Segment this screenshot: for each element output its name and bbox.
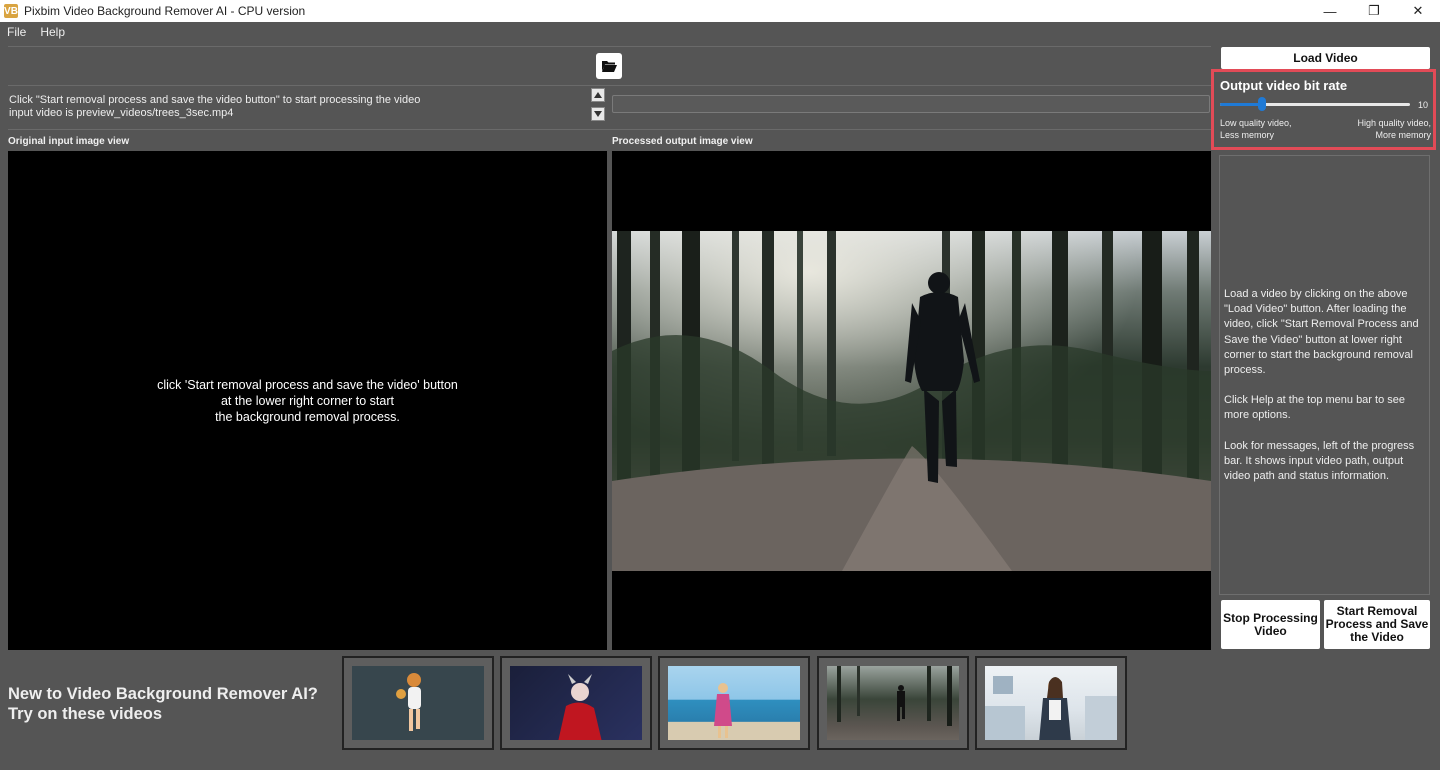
maximize-button[interactable]: ❐ — [1352, 0, 1396, 22]
minimize-button[interactable]: — — [1308, 0, 1352, 22]
horned-character-icon — [558, 674, 602, 740]
help-info-panel: Load a video by clicking on the above "L… — [1219, 155, 1430, 595]
forest-scene-image — [612, 231, 1211, 571]
walking-person-icon — [837, 666, 952, 726]
low-quality-line-1: Low quality video, — [1220, 118, 1292, 128]
promo-line-2: Try on these videos — [8, 705, 163, 723]
beach-thumbnail-image — [668, 666, 800, 740]
beach-person-icon — [714, 683, 732, 738]
office-thumbnail-image — [985, 666, 1117, 740]
sample-video-thumbnail[interactable] — [975, 656, 1127, 750]
cartoon-figure-icon — [396, 673, 421, 731]
info-paragraph-3: Look for messages, left of the progress … — [1224, 439, 1415, 483]
stop-processing-button[interactable]: Stop Processing Video — [1221, 600, 1320, 649]
instruction-line-1: click 'Start removal process and save th… — [157, 377, 458, 392]
sample-video-thumbnail[interactable] — [817, 656, 969, 750]
open-folder-button[interactable] — [596, 53, 622, 79]
sample-video-thumbnail[interactable] — [658, 656, 810, 750]
video-frame — [612, 231, 1211, 571]
window-title: Pixbim Video Background Remover AI - CPU… — [24, 4, 306, 18]
arrow-up-icon — [594, 92, 602, 98]
promo-line-1: New to Video Background Remover AI? — [8, 685, 318, 703]
processed-output-view — [612, 151, 1211, 650]
menu-help[interactable]: Help — [33, 25, 72, 39]
divider — [8, 85, 1211, 86]
menu-file[interactable]: File — [0, 25, 33, 39]
bitrate-slider[interactable] — [1220, 97, 1410, 111]
status-line-1: Click "Start removal process and save th… — [9, 94, 421, 106]
start-removal-button[interactable]: Start Removal Process and Save the Video — [1324, 600, 1430, 649]
folder-open-icon — [602, 61, 617, 72]
instruction-line-2: at the lower right corner to start — [220, 393, 394, 408]
divider — [8, 46, 1211, 47]
input-view-label: Original input image view — [8, 136, 130, 147]
load-video-button[interactable]: Load Video — [1221, 47, 1430, 69]
original-input-view: click 'Start removal process and save th… — [8, 151, 607, 650]
high-quality-label: High quality video, More memory — [1357, 117, 1431, 141]
info-paragraph-1: Load a video by clicking on the above "L… — [1224, 288, 1419, 377]
slider-thumb[interactable] — [1258, 97, 1266, 111]
low-quality-label: Low quality video, Less memory — [1220, 117, 1292, 141]
input-instructions: click 'Start removal process and save th… — [157, 377, 458, 425]
progress-bar — [612, 95, 1210, 113]
status-line-2: input video is preview_videos/trees_3sec… — [9, 107, 234, 119]
sample-video-thumbnail[interactable] — [500, 656, 652, 750]
scroll-down-button[interactable] — [591, 107, 605, 121]
slider-fill — [1220, 103, 1262, 106]
bitrate-section: Output video bit rate 10 Low quality vid… — [1211, 69, 1436, 150]
cartoon-thumbnail-image — [352, 666, 484, 740]
low-quality-line-2: Less memory — [1220, 130, 1275, 140]
status-messages: Click "Start removal process and save th… — [8, 90, 588, 126]
title-bar: VB Pixbim Video Background Remover AI - … — [0, 0, 1440, 22]
divider — [8, 129, 1211, 130]
forest-thumbnail-image — [827, 666, 959, 740]
arrow-down-icon — [594, 111, 602, 117]
promo-text: New to Video Background Remover AI? Try … — [8, 684, 318, 724]
close-button[interactable]: ✕ — [1396, 0, 1440, 22]
window-controls: — ❐ ✕ — [1308, 0, 1440, 22]
bitrate-value: 10 — [1418, 100, 1429, 110]
output-view-label: Processed output image view — [612, 136, 753, 147]
character-thumbnail-image — [510, 666, 642, 740]
bitrate-title: Output video bit rate — [1220, 78, 1348, 93]
scroll-up-button[interactable] — [591, 88, 605, 102]
high-quality-line-1: High quality video, — [1357, 118, 1431, 128]
high-quality-line-2: More memory — [1375, 130, 1431, 140]
info-paragraph-2: Click Help at the top menu bar to see mo… — [1224, 394, 1405, 422]
app-logo-icon: VB — [4, 4, 18, 18]
sample-video-thumbnail[interactable] — [342, 656, 494, 750]
instruction-line-3: the background removal process. — [215, 409, 400, 424]
menu-bar: File Help — [0, 22, 1440, 42]
office-person-icon — [985, 676, 1117, 740]
